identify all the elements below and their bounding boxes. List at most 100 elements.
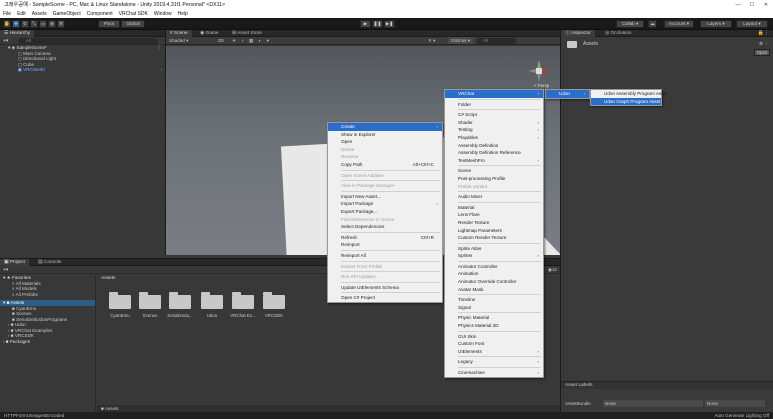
folder-icon[interactable] bbox=[263, 292, 285, 309]
gizmos-dropdown[interactable]: Gizmos ▾ bbox=[448, 37, 474, 44]
menu-item-post-processing-profile[interactable]: Post-processing Profile bbox=[445, 175, 543, 183]
folder-icon[interactable] bbox=[169, 292, 191, 309]
menu-item-custom-font[interactable]: Custom Font bbox=[445, 340, 543, 348]
menu-item-udon-graph-program-asset[interactable]: Udon Graph Program Asset bbox=[591, 97, 661, 106]
menu-item-update-uielements-schema[interactable]: Update UIElements Schema bbox=[328, 284, 442, 292]
menu-item-shader[interactable]: Shader › bbox=[445, 119, 543, 127]
menu-item-assembly-definition[interactable]: Assembly Definition bbox=[445, 142, 543, 150]
global-toggle[interactable]: Global bbox=[121, 20, 145, 28]
menu-item-sprite-atlas[interactable]: Sprite Atlas bbox=[445, 245, 543, 253]
hand-tool-icon[interactable]: ✋ bbox=[3, 20, 11, 28]
rotate-tool-icon[interactable]: ↻ bbox=[21, 20, 29, 28]
menu-gameobject[interactable]: GameObject bbox=[53, 11, 81, 17]
menu-item-refresh[interactable]: Refresh Ctrl+R bbox=[328, 234, 442, 242]
menu-item-animation[interactable]: Animation bbox=[445, 270, 543, 278]
menu-item-physics-material-2d[interactable]: Physics Material 2D bbox=[445, 322, 543, 330]
menu-item-reimport-all[interactable]: Reimport All bbox=[328, 252, 442, 260]
tab-project[interactable]: ▣ Project bbox=[0, 259, 29, 266]
tab-asset-store[interactable]: ⊞ Asset Store bbox=[228, 30, 266, 37]
favorite-item[interactable]: ⌕ All Prefabs bbox=[0, 292, 95, 298]
collab-dropdown[interactable]: Collab ▾ bbox=[616, 20, 644, 28]
variant-dropdown[interactable]: None bbox=[705, 400, 765, 407]
tab-occlusion[interactable]: ◎ Occlusion bbox=[601, 30, 636, 37]
menu-item-import-new-asset[interactable]: Import New Asset... bbox=[328, 193, 442, 201]
menu-item-custom-render-texture[interactable]: Custom Render Texture bbox=[445, 234, 543, 242]
menu-component[interactable]: Component bbox=[87, 11, 113, 17]
assetbundle-dropdown[interactable]: None bbox=[603, 400, 703, 407]
layers-dropdown[interactable]: Layers ▾ bbox=[700, 20, 732, 28]
menu-item-reimport[interactable]: Reimport bbox=[328, 241, 442, 249]
hierarchy-search-input[interactable]: All bbox=[18, 38, 158, 44]
menu-item-lightmap-parameters[interactable]: Lightmap Parameters bbox=[445, 227, 543, 235]
menu-item-physic-material[interactable]: Physic Material bbox=[445, 314, 543, 322]
inspector-settings-icon[interactable]: ⚙ ⋮ bbox=[759, 41, 769, 47]
menu-vrchat-sdk[interactable]: VRChat SDK bbox=[119, 11, 148, 17]
minimize-button[interactable]: — bbox=[731, 0, 745, 10]
scene-search-input[interactable]: All bbox=[476, 38, 516, 44]
scene-view-icons[interactable]: ☀ ♪ ▦ ◐ ▾ bbox=[232, 38, 271, 44]
tab-game[interactable]: ◉ Game bbox=[196, 30, 223, 37]
menu-assets[interactable]: Assets bbox=[32, 11, 47, 17]
menu-item-signal[interactable]: Signal bbox=[445, 304, 543, 312]
menu-item-c-script[interactable]: C# Script bbox=[445, 111, 543, 119]
cloud-icon[interactable]: ☁ bbox=[648, 20, 657, 28]
persp-label[interactable]: < Persp bbox=[534, 83, 549, 88]
create-plus-icon[interactable]: +▾ bbox=[3, 38, 8, 44]
account-dropdown[interactable]: Account ▾ bbox=[664, 20, 694, 28]
menu-help[interactable]: Help bbox=[178, 11, 188, 17]
inspector-lock-icon[interactable]: 🔒⋮ bbox=[758, 30, 769, 37]
menu-item-material[interactable]: Material bbox=[445, 204, 543, 212]
tab-hierarchy[interactable]: ☰ Hierarchy bbox=[0, 30, 35, 37]
menu-item-cinemachine[interactable]: Cinemachine › bbox=[445, 369, 543, 377]
menu-window[interactable]: Window bbox=[154, 11, 172, 17]
menu-item-playables[interactable]: Playables › bbox=[445, 134, 543, 142]
menu-item-avatar-mask[interactable]: Avatar Mask bbox=[445, 286, 543, 294]
tools-icon[interactable]: ✕ ▾ bbox=[428, 38, 435, 44]
menu-item-select-dependencies[interactable]: Select Dependencies bbox=[328, 223, 442, 231]
menu-item-audio-mixer[interactable]: Audio Mixer bbox=[445, 193, 543, 201]
folder-icon[interactable] bbox=[109, 292, 131, 309]
menu-item-lens-flare[interactable]: Lens Flare bbox=[445, 211, 543, 219]
menu-item-assembly-definition-reference[interactable]: Assembly Definition Reference bbox=[445, 149, 543, 157]
menu-item-vrchat[interactable]: VRChat › bbox=[445, 90, 543, 98]
tab-scene[interactable]: # Scene bbox=[166, 30, 192, 37]
pause-button[interactable]: ❚❚ bbox=[372, 20, 383, 28]
menu-item-import-package[interactable]: Import Package › bbox=[328, 200, 442, 208]
2d-toggle[interactable]: 2D bbox=[218, 38, 224, 43]
folder-icon[interactable] bbox=[201, 292, 223, 309]
menu-item-animator-override-controller[interactable]: Animator Override Controller bbox=[445, 278, 543, 286]
project-create-icon[interactable]: +▾ bbox=[3, 267, 8, 273]
hierarchy-item[interactable]: ◼ VRCWorld › bbox=[0, 67, 165, 73]
menu-item-testing[interactable]: Testing › bbox=[445, 126, 543, 134]
menu-item-create[interactable]: Create › bbox=[328, 123, 442, 131]
move-tool-icon[interactable]: ✥ bbox=[12, 20, 20, 28]
menu-item-uielements[interactable]: UIElements › bbox=[445, 348, 543, 356]
pivot-toggle[interactable]: Pivot bbox=[98, 20, 120, 28]
menu-item-legacy[interactable]: Legacy › bbox=[445, 358, 543, 366]
folder-icon[interactable] bbox=[139, 292, 161, 309]
menu-item-textmeshpro[interactable]: TextMeshPro › bbox=[445, 157, 543, 165]
rect-tool-icon[interactable]: ▭ bbox=[39, 20, 47, 28]
menu-item-udon-assembly-program-asset[interactable]: Udon Assembly Program Asset bbox=[591, 90, 667, 98]
tab-inspector[interactable]: ⓘ Inspector bbox=[561, 30, 595, 37]
menu-edit[interactable]: Edit bbox=[17, 11, 26, 17]
tab-console[interactable]: ▤ Console bbox=[34, 259, 65, 266]
menu-item-scene[interactable]: Scene bbox=[445, 167, 543, 175]
menu-item-render-texture[interactable]: Render Texture bbox=[445, 219, 543, 227]
close-button[interactable]: ✕ bbox=[759, 0, 773, 10]
packages-root[interactable]: › ■ Packages bbox=[0, 339, 95, 345]
transform-tool-icon[interactable]: ⊕ bbox=[48, 20, 56, 28]
menu-item-export-package[interactable]: Export Package... bbox=[328, 208, 442, 216]
layout-dropdown[interactable]: Layout ▾ bbox=[736, 20, 768, 28]
menu-item-animator-controller[interactable]: Animator Controller bbox=[445, 263, 543, 271]
folder-icon[interactable] bbox=[232, 292, 254, 309]
menu-item-open[interactable]: Open bbox=[328, 138, 442, 146]
menu-item-copy-path[interactable]: Copy Path Alt+Ctrl+C bbox=[328, 161, 442, 169]
project-breadcrumb[interactable]: Assets bbox=[101, 276, 115, 281]
menu-item-open-c-project[interactable]: Open C# Project bbox=[328, 294, 442, 302]
shading-dropdown[interactable]: Shaded ▾ bbox=[169, 38, 188, 44]
maximize-button[interactable]: ☐ bbox=[745, 0, 759, 10]
open-button[interactable]: Open bbox=[754, 49, 770, 56]
menu-item-folder[interactable]: Folder bbox=[445, 101, 543, 109]
expand-arrow-icon[interactable]: › bbox=[160, 67, 162, 73]
